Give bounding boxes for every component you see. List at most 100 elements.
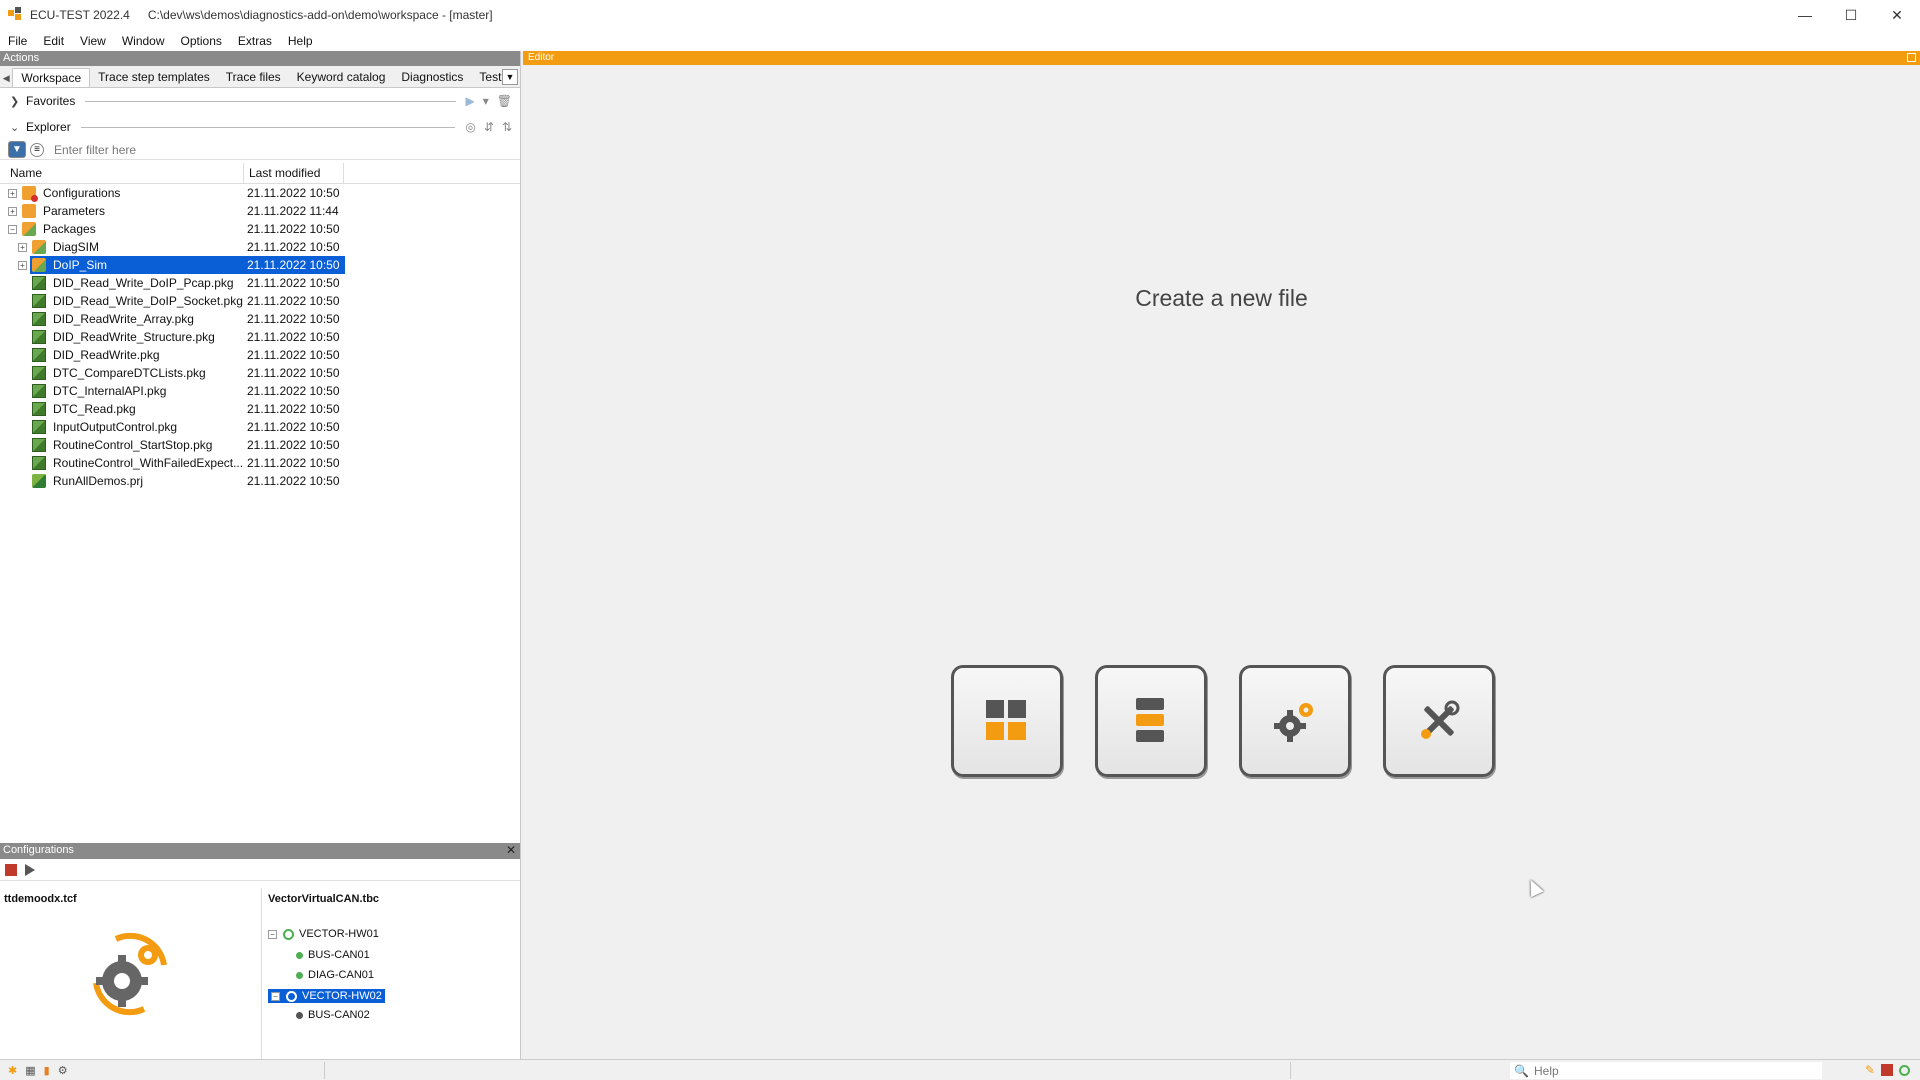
explorer-section[interactable]: ⌄ Explorer ◎ ⇵ ⇅ [0,114,520,140]
tools-icon [1421,700,1460,739]
network-icon[interactable]: ✱ [8,1064,17,1077]
expand-icon[interactable]: + [18,260,27,270]
bus-node[interactable]: DIAG-CAN01 [296,969,374,981]
help-input[interactable]: Help [1534,1064,1559,1078]
collapse-icon[interactable]: − [271,991,280,1001]
explorer-columns: Name Last modified [0,163,520,184]
tab-keyword-catalog[interactable]: Keyword catalog [289,68,394,87]
package-grid-icon [986,700,1026,740]
hardware-node[interactable]: − VECTOR-HW01 [268,928,379,940]
collapse-icon[interactable]: − [268,929,277,939]
grid-icon[interactable]: ▦ [25,1064,35,1077]
stop-record-icon[interactable] [1881,1064,1893,1076]
menu-window[interactable]: Window [114,34,173,48]
bus-node[interactable]: BUS-CAN01 [296,949,370,961]
new-package-tile[interactable] [951,665,1063,777]
column-name[interactable]: Name [0,163,244,183]
tree-row[interactable]: InputOutputControl.pkg 21.11.2022 10:50 [0,418,520,436]
tree-row[interactable]: DID_Read_Write_DoIP_Socket.pkg 21.11.2022… [0,292,520,310]
tree-row[interactable]: RoutineControl_WithFailedExpect... 21.11.… [0,454,520,472]
tab-workspace[interactable]: Workspace [12,68,91,87]
stop-icon[interactable] [5,863,17,876]
explorer-label: Explorer [26,120,71,134]
menu-edit[interactable]: Edit [35,34,72,48]
target-icon[interactable]: ◎ [465,120,475,134]
tbc-filename[interactable]: VectorVirtualCAN.tbc [268,893,379,905]
edit-icon[interactable]: ✎ [1865,1063,1875,1077]
tree-row[interactable]: − Packages 21.11.2022 10:50 [0,220,520,238]
tree-row-name: RunAllDemos.prj [53,474,144,488]
tabs-dropdown-icon[interactable]: ▼ [502,69,518,85]
workspace-path: C:\dev\ws\demos\diagnostics-add-on\demo\… [147,8,493,22]
status-dot-icon [296,971,303,979]
tree-row-date: 21.11.2022 10:50 [247,456,340,470]
actions-header: Actions [0,51,520,66]
package-icon [32,294,46,308]
close-icon[interactable]: ✕ [506,843,516,858]
hardware-node[interactable]: − VECTOR-HW02 [268,989,385,1003]
menu-help[interactable]: Help [280,34,321,48]
filter-icon[interactable]: ▼ [8,141,26,158]
filter-input[interactable]: Enter filter here [54,143,136,157]
chevron-right-icon[interactable]: ❯ [10,95,22,108]
tree-row[interactable]: + DiagSIM 21.11.2022 10:50 [0,238,520,256]
menu-view[interactable]: View [72,34,114,48]
settings-gear-icon[interactable]: ⚙ [58,1064,68,1077]
tree-row[interactable]: + Parameters 21.11.2022 11:44 [0,202,520,220]
tree-row[interactable]: DTC_Read.pkg 21.11.2022 10:50 [0,400,520,418]
tree-row[interactable]: DID_ReadWrite.pkg 21.11.2022 10:50 [0,346,520,364]
title-bar: ECU-TEST 2022.4 C:\dev\ws\demos\diagnost… [0,0,1920,30]
collapse-icon[interactable]: − [8,224,17,234]
config-gears-icon [1274,703,1313,742]
favorites-section[interactable]: ❯ Favorites ▶ ▾ 🗑 [0,88,520,114]
maximize-button[interactable]: ☐ [1828,0,1874,30]
expand-icon[interactable]: + [18,242,27,252]
new-config-tile[interactable] [1239,665,1351,777]
new-tool-tile[interactable] [1383,665,1495,777]
create-new-file-title: Create a new file [1135,285,1308,311]
close-button[interactable]: ✕ [1874,0,1920,30]
tcf-filename[interactable]: ttdemoodx.tcf [4,893,77,905]
tree-row-name: InputOutputControl.pkg [53,420,178,434]
favorites-label: Favorites [26,94,76,108]
tree-row[interactable]: DTC_CompareDTCLists.pkg 21.11.2022 10:50 [0,364,520,382]
tree-row[interactable]: + Configurations 21.11.2022 10:50 [0,184,520,202]
chevron-down-icon[interactable]: ⌄ [10,121,22,134]
tree-row[interactable]: + DoIP_Sim 21.11.2022 10:50 [0,256,520,274]
collapse-all-icon[interactable]: ⇅ [502,120,512,134]
tree-row-name: DID_ReadWrite_Structure.pkg [53,330,215,344]
tab-trace-files[interactable]: Trace files [218,68,289,87]
bus-node[interactable]: BUS-CAN02 [296,1009,370,1021]
menu-extras[interactable]: Extras [230,34,280,48]
package-icon [32,348,46,362]
help-search[interactable]: 🔍 Help [1510,1062,1822,1079]
tab-scroll-left-icon[interactable]: ◀ [0,69,12,87]
play-icon[interactable] [25,863,35,876]
expand-icon[interactable]: + [8,188,17,198]
tree-row[interactable]: DTC_InternalAPI.pkg 21.11.2022 10:50 [0,382,520,400]
menu-options[interactable]: Options [173,34,230,48]
chevron-down-icon[interactable]: ▾ [483,94,489,108]
trash-icon[interactable]: 🗑 [497,94,512,108]
menu-file[interactable]: File [0,34,35,48]
tree-row[interactable]: DID_Read_Write_DoIP_Pcap.pkg 21.11.2022 1… [0,274,520,292]
tree-row-date: 21.11.2022 10:50 [247,294,340,308]
expand-icon[interactable]: + [8,206,17,216]
run-favorite-icon[interactable]: ▶ [466,94,475,108]
tree-row[interactable]: RoutineControl_StartStop.pkg 21.11.2022 1… [0,436,520,454]
tree-row[interactable]: RunAllDemos.prj 21.11.2022 10:50 [0,472,520,490]
battery-icon[interactable]: ▮ [44,1064,50,1077]
tree-row-name: DID_Read_Write_DoIP_Socket.pkg [53,294,243,308]
column-last-modified[interactable]: Last modified [244,163,344,183]
status-ok-icon [1899,1064,1910,1076]
maximize-icon[interactable] [1907,53,1916,62]
tree-row[interactable]: DID_ReadWrite_Array.pkg 21.11.2022 10:50 [0,310,520,328]
expand-all-icon[interactable]: ⇵ [484,120,494,134]
tree-row[interactable]: DID_ReadWrite_Structure.pkg 21.11.2022 10… [0,328,520,346]
app-name: ECU-TEST 2022.4 [30,8,130,22]
filter-options-icon[interactable]: ≡ [30,142,44,157]
new-project-tile[interactable] [1095,665,1207,777]
tab-diagnostics[interactable]: Diagnostics [393,68,471,87]
tab-trace-step-templates[interactable]: Trace step templates [90,68,218,87]
minimize-button[interactable]: — [1782,0,1828,30]
